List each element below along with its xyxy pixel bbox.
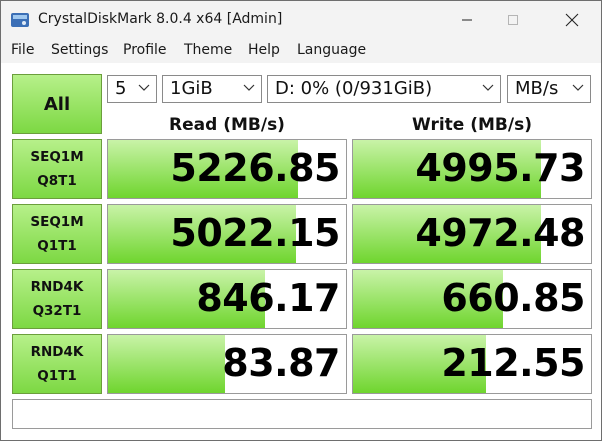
write-value: 212.55 bbox=[441, 341, 585, 385]
drive-select[interactable]: D: 0% (0/931GiB) bbox=[267, 75, 501, 103]
drive-value: D: 0% (0/931GiB) bbox=[275, 78, 433, 99]
read-value: 83.87 bbox=[222, 341, 340, 385]
test-name: SEQ1M bbox=[30, 149, 84, 165]
chevron-down-icon bbox=[572, 84, 584, 91]
write-column-header: Write (MB/s) bbox=[412, 115, 532, 135]
test-button-rnd4k-q1t1[interactable]: RND4K Q1T1 bbox=[12, 334, 102, 394]
read-value: 5022.15 bbox=[170, 211, 340, 255]
write-value: 4995.73 bbox=[415, 146, 585, 190]
read-column-header: Read (MB/s) bbox=[169, 115, 285, 135]
read-result-seq1m-q1t1: 5022.15 bbox=[107, 204, 347, 264]
unit-select[interactable]: MB/s bbox=[507, 75, 591, 103]
read-value: 5226.85 bbox=[170, 146, 340, 190]
title-bar: CrystalDiskMark 8.0.4 x64 [Admin] bbox=[1, 1, 601, 39]
test-count-value: 5 bbox=[115, 78, 127, 99]
write-value: 4972.48 bbox=[415, 211, 585, 255]
menu-profile[interactable]: Profile bbox=[123, 42, 167, 58]
menu-help[interactable]: Help bbox=[248, 42, 280, 58]
maximize-icon bbox=[508, 15, 518, 25]
menu-language[interactable]: Language bbox=[297, 42, 366, 58]
comment-field[interactable] bbox=[12, 399, 592, 429]
read-result-rnd4k-q32t1: 846.17 bbox=[107, 269, 347, 329]
read-result-seq1m-q8t1: 5226.85 bbox=[107, 139, 347, 199]
menu-theme[interactable]: Theme bbox=[184, 42, 232, 58]
write-result-rnd4k-q32t1: 660.85 bbox=[352, 269, 592, 329]
app-window: CrystalDiskMark 8.0.4 x64 [Admin] File S… bbox=[0, 0, 602, 441]
test-button-rnd4k-q32t1[interactable]: RND4K Q32T1 bbox=[12, 269, 102, 329]
minimize-icon bbox=[462, 19, 472, 21]
read-result-rnd4k-q1t1: 83.87 bbox=[107, 334, 347, 394]
test-params: Q1T1 bbox=[37, 238, 77, 254]
menu-bar: File Settings Profile Theme Help Languag… bbox=[1, 39, 601, 63]
menu-settings[interactable]: Settings bbox=[51, 42, 108, 58]
test-name: RND4K bbox=[30, 279, 84, 295]
minimize-button[interactable] bbox=[444, 1, 490, 39]
close-icon bbox=[565, 13, 579, 27]
chevron-down-icon bbox=[482, 84, 494, 91]
all-tests-button[interactable]: All bbox=[12, 74, 102, 134]
test-params: Q8T1 bbox=[37, 173, 77, 189]
test-size-value: 1GiB bbox=[170, 78, 213, 99]
write-result-rnd4k-q1t1: 212.55 bbox=[352, 334, 592, 394]
menu-file[interactable]: File bbox=[11, 42, 34, 58]
crystaldiskmark-app-icon bbox=[11, 13, 29, 27]
test-params: Q32T1 bbox=[32, 303, 82, 319]
test-name: SEQ1M bbox=[30, 214, 84, 230]
maximize-button[interactable] bbox=[490, 1, 536, 39]
chevron-down-icon bbox=[138, 84, 150, 91]
unit-value: MB/s bbox=[515, 78, 559, 99]
chevron-down-icon bbox=[243, 84, 255, 91]
window-title: CrystalDiskMark 8.0.4 x64 [Admin] bbox=[38, 11, 283, 27]
test-size-select[interactable]: 1GiB bbox=[162, 75, 262, 103]
test-button-seq1m-q8t1[interactable]: SEQ1M Q8T1 bbox=[12, 139, 102, 199]
test-params: Q1T1 bbox=[37, 368, 77, 384]
write-result-seq1m-q8t1: 4995.73 bbox=[352, 139, 592, 199]
read-bar bbox=[108, 335, 225, 393]
benchmark-panel: All 5 1GiB D: 0% (0/931GiB) MB/s Read (M… bbox=[1, 63, 601, 440]
test-name: RND4K bbox=[30, 344, 84, 360]
write-value: 660.85 bbox=[441, 276, 585, 320]
read-value: 846.17 bbox=[196, 276, 340, 320]
test-button-seq1m-q1t1[interactable]: SEQ1M Q1T1 bbox=[12, 204, 102, 264]
close-button[interactable] bbox=[549, 1, 595, 39]
test-count-select[interactable]: 5 bbox=[107, 75, 157, 103]
write-result-seq1m-q1t1: 4972.48 bbox=[352, 204, 592, 264]
